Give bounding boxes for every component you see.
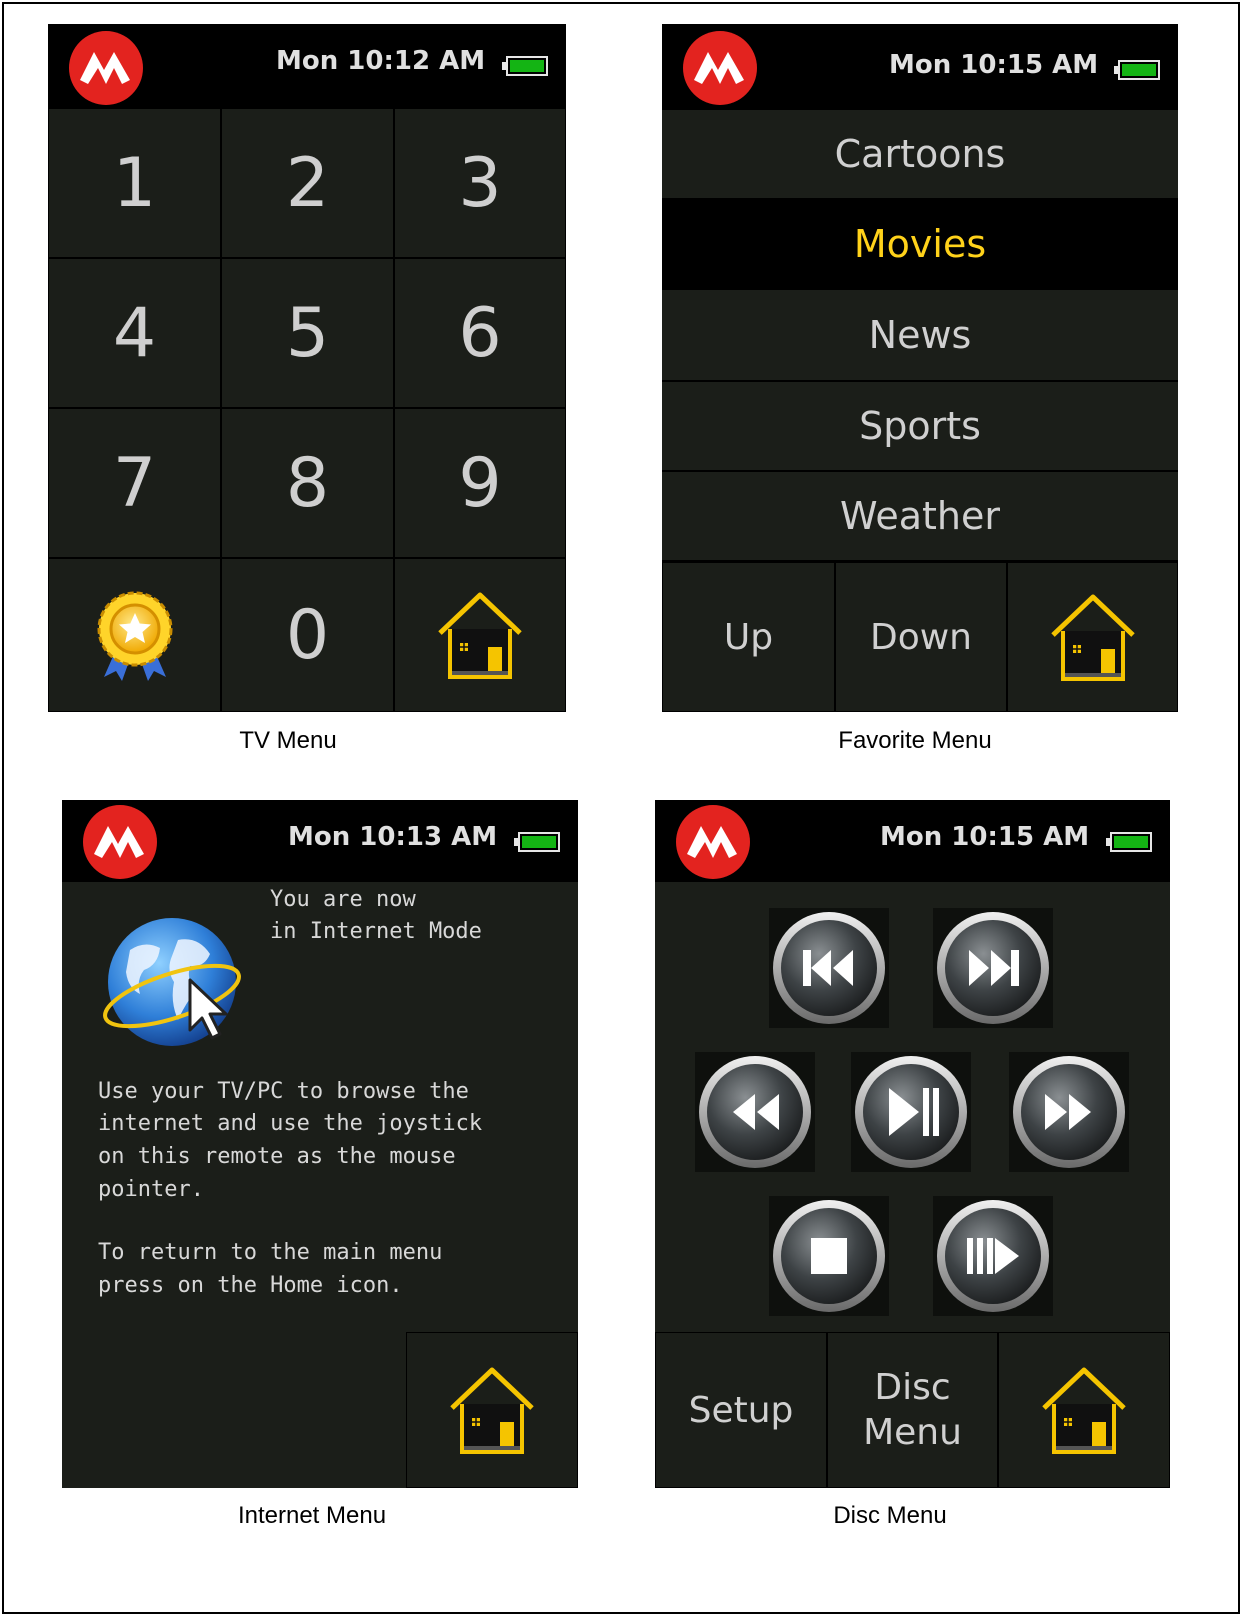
slow-play-button[interactable]: [933, 1196, 1053, 1316]
favorite-menu-caption: Favorite Menu: [838, 727, 992, 754]
favorite-item-weather[interactable]: Weather: [662, 472, 1178, 562]
key-7[interactable]: 7: [48, 408, 221, 558]
home-button[interactable]: [998, 1332, 1170, 1488]
battery-icon: [514, 832, 560, 852]
globe-cursor-icon: [103, 918, 241, 1046]
skip-next-button[interactable]: [933, 908, 1053, 1028]
battery-icon: [1106, 832, 1152, 852]
play-pause-icon: [855, 1056, 967, 1168]
tv-menu-screen: Mon 10:12 AM 1 2 3 4 5 6 7 8 9 0: [48, 24, 566, 712]
status-bar: Mon 10:15 AM: [662, 24, 1178, 110]
favorites-button[interactable]: [48, 558, 221, 712]
favorite-item-sports[interactable]: Sports: [662, 382, 1178, 472]
key-3[interactable]: 3: [394, 108, 566, 258]
rewind-button[interactable]: [695, 1052, 815, 1172]
clock: Mon 10:12 AM: [276, 46, 486, 76]
microchip-logo-icon: [69, 31, 143, 105]
fast-forward-icon: [1013, 1056, 1125, 1168]
favorite-menu-screen: Mon 10:15 AM Cartoons Movies News Sports…: [662, 24, 1178, 712]
home-icon: [440, 1360, 544, 1460]
rewind-icon: [699, 1056, 811, 1168]
play-pause-button[interactable]: [851, 1052, 971, 1172]
down-button[interactable]: Down: [835, 562, 1007, 712]
home-button[interactable]: [406, 1332, 578, 1488]
instructions-line-2: internet and use the joystick: [98, 1111, 483, 1136]
return-line-2: press on the Home icon.: [98, 1273, 403, 1298]
home-icon: [1041, 587, 1145, 687]
instructions-line-3: on this remote as the mouse: [98, 1144, 456, 1169]
fast-forward-button[interactable]: [1009, 1052, 1129, 1172]
internet-menu-caption: Internet Menu: [237, 1502, 387, 1529]
return-line-1: To return to the main menu: [98, 1240, 443, 1265]
stop-icon: [773, 1200, 885, 1312]
instructions-line-4: pointer.: [98, 1177, 204, 1202]
favorite-item-cartoons[interactable]: Cartoons: [662, 110, 1178, 200]
skip-previous-icon: [773, 912, 885, 1024]
key-1[interactable]: 1: [48, 108, 221, 258]
clock: Mon 10:13 AM: [288, 822, 498, 852]
microchip-logo-icon: [676, 805, 750, 879]
battery-icon: [1114, 60, 1160, 80]
favorite-item-news[interactable]: News: [662, 290, 1178, 382]
key-2[interactable]: 2: [221, 108, 394, 258]
mode-line-2: in Internet Mode: [270, 919, 482, 944]
status-bar: Mon 10:12 AM: [48, 24, 566, 108]
clock: Mon 10:15 AM: [880, 822, 1090, 852]
home-button[interactable]: [394, 558, 566, 712]
home-button[interactable]: [1007, 562, 1178, 712]
disc-menu-caption: Disc Menu: [833, 1502, 947, 1529]
key-9[interactable]: 9: [394, 408, 566, 558]
key-6[interactable]: 6: [394, 258, 566, 408]
home-icon: [428, 585, 532, 685]
disc-menu-screen: Mon 10:15 AM Setup Disc Menu: [655, 800, 1170, 1488]
microchip-logo-icon: [683, 31, 757, 105]
stop-button[interactable]: [769, 1196, 889, 1316]
key-0[interactable]: 0: [221, 558, 394, 712]
key-8[interactable]: 8: [221, 408, 394, 558]
instructions-line-1: Use your TV/PC to browse the: [98, 1079, 469, 1104]
clock: Mon 10:15 AM: [889, 50, 1099, 80]
microchip-logo-icon: [83, 805, 157, 879]
status-bar: Mon 10:15 AM: [655, 800, 1170, 882]
favorite-item-movies[interactable]: Movies: [662, 200, 1178, 290]
skip-previous-button[interactable]: [769, 908, 889, 1028]
key-4[interactable]: 4: [48, 258, 221, 408]
award-ribbon-icon: [97, 591, 172, 681]
battery-icon: [502, 56, 548, 76]
tv-menu-caption: TV Menu: [239, 727, 337, 754]
slow-play-icon: [937, 1200, 1049, 1312]
home-icon: [1032, 1360, 1136, 1460]
skip-next-icon: [937, 912, 1049, 1024]
key-5[interactable]: 5: [221, 258, 394, 408]
status-bar: Mon 10:13 AM: [62, 800, 578, 882]
setup-button[interactable]: Setup: [655, 1332, 827, 1488]
disc-menu-button[interactable]: Disc Menu: [827, 1332, 998, 1488]
mode-line-1: You are now: [270, 887, 416, 912]
up-button[interactable]: Up: [662, 562, 835, 712]
internet-menu-screen: Mon 10:13 AM You are now in Internet Mod…: [62, 800, 578, 1488]
